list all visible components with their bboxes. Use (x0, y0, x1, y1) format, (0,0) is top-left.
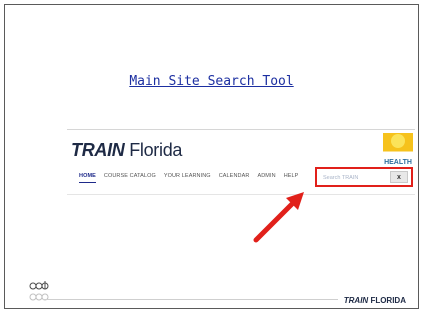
brand-state: Florida (129, 140, 183, 160)
footer-train-florida-logo: TRAIN FLORIDA (344, 296, 406, 305)
search-input[interactable] (321, 172, 391, 183)
nav-home[interactable]: HOME (79, 173, 96, 183)
footer-divider (43, 299, 338, 300)
nav-your-learning[interactable]: YOUR LEARNING (164, 173, 211, 183)
train-florida-logo: TRAIN Florida (71, 140, 182, 161)
main-nav: HOME COURSE CATALOG YOUR LEARNING CALEND… (79, 173, 298, 183)
nav-calendar[interactable]: CALENDAR (219, 173, 250, 183)
health-logo-text: HEALTH (384, 159, 412, 166)
red-arrow-icon (253, 192, 304, 243)
nav-course-catalog[interactable]: COURSE CATALOG (104, 173, 156, 183)
slide-title: Main Site Search Tool (129, 74, 294, 89)
nav-admin[interactable]: ADMIN (257, 173, 275, 183)
train-florida-screenshot: TRAIN Florida HEALTH HOME COURSE CATALOG… (67, 129, 415, 195)
brand-prefix: TRAIN (71, 140, 125, 160)
florida-health-logo: HEALTH (383, 133, 413, 167)
opd-logo-icon (29, 281, 49, 301)
search-clear-button[interactable]: x (390, 171, 408, 183)
slide: Main Site Search Tool TRAIN Florida HEAL… (4, 4, 419, 309)
footer-brand-prefix: TRAIN (343, 296, 369, 305)
footer-brand-state: FLORIDA (370, 296, 406, 305)
sun-icon (391, 134, 405, 148)
search-highlight-box: x (315, 167, 413, 187)
nav-help[interactable]: HELP (284, 173, 299, 183)
